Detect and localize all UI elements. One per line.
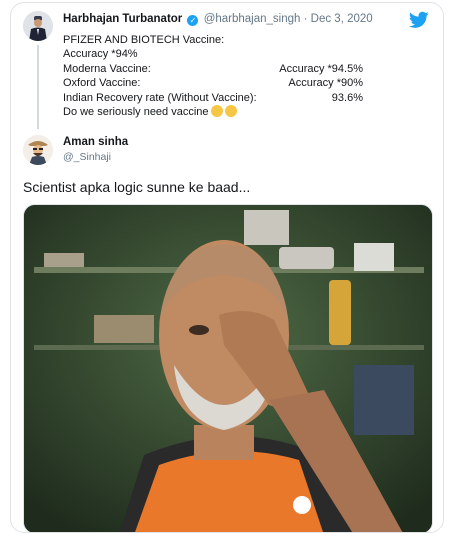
tweet-line: Indian Recovery rate (Without Vaccine): 9… [63, 91, 363, 104]
tweet-line: PFIZER AND BIOTECH Vaccine: [63, 34, 225, 46]
twitter-bird-icon[interactable] [409, 11, 429, 29]
thinking-face-emoji [210, 105, 223, 118]
quoted-tweet-body: PFIZER AND BIOTECH Vaccine: Accuracy *94… [63, 33, 363, 119]
tweet-line: Do we seriously need vaccine [63, 105, 363, 119]
tweet-line: Accuracy *94% [63, 48, 138, 61]
thread-connector-line [37, 45, 39, 129]
author-handle[interactable]: @_Sinhaji [63, 151, 111, 163]
thinking-face-emoji [224, 105, 237, 118]
quoted-tweet-date[interactable]: Dec 3, 2020 [311, 13, 373, 25]
tweet-line: Moderna Vaccine: Accuracy *94.5% [63, 62, 363, 75]
author-name[interactable]: Aman sinha [63, 136, 128, 148]
photo-illustration [24, 205, 432, 532]
tweet-text: Scientist apka logic sunne ke baad... [23, 179, 251, 195]
quoted-author-name[interactable]: Harbhajan Turbanator [63, 13, 182, 25]
quoted-author-handle[interactable]: @harbhajan_singh [204, 13, 301, 25]
tweet-card: Harbhajan Turbanator ✓ @harbhajan_singh … [10, 2, 444, 533]
verified-badge-icon: ✓ [187, 15, 199, 26]
quoted-tweet-header: Harbhajan Turbanator ✓ @harbhajan_singh … [63, 13, 373, 26]
separator-dot: · [303, 13, 308, 25]
tweet-line: Oxford Vaccine: Accuracy *90% [63, 77, 363, 90]
tweet-photo[interactable] [23, 204, 433, 532]
author-avatar[interactable] [23, 135, 53, 165]
quoted-author-avatar[interactable] [23, 11, 53, 41]
